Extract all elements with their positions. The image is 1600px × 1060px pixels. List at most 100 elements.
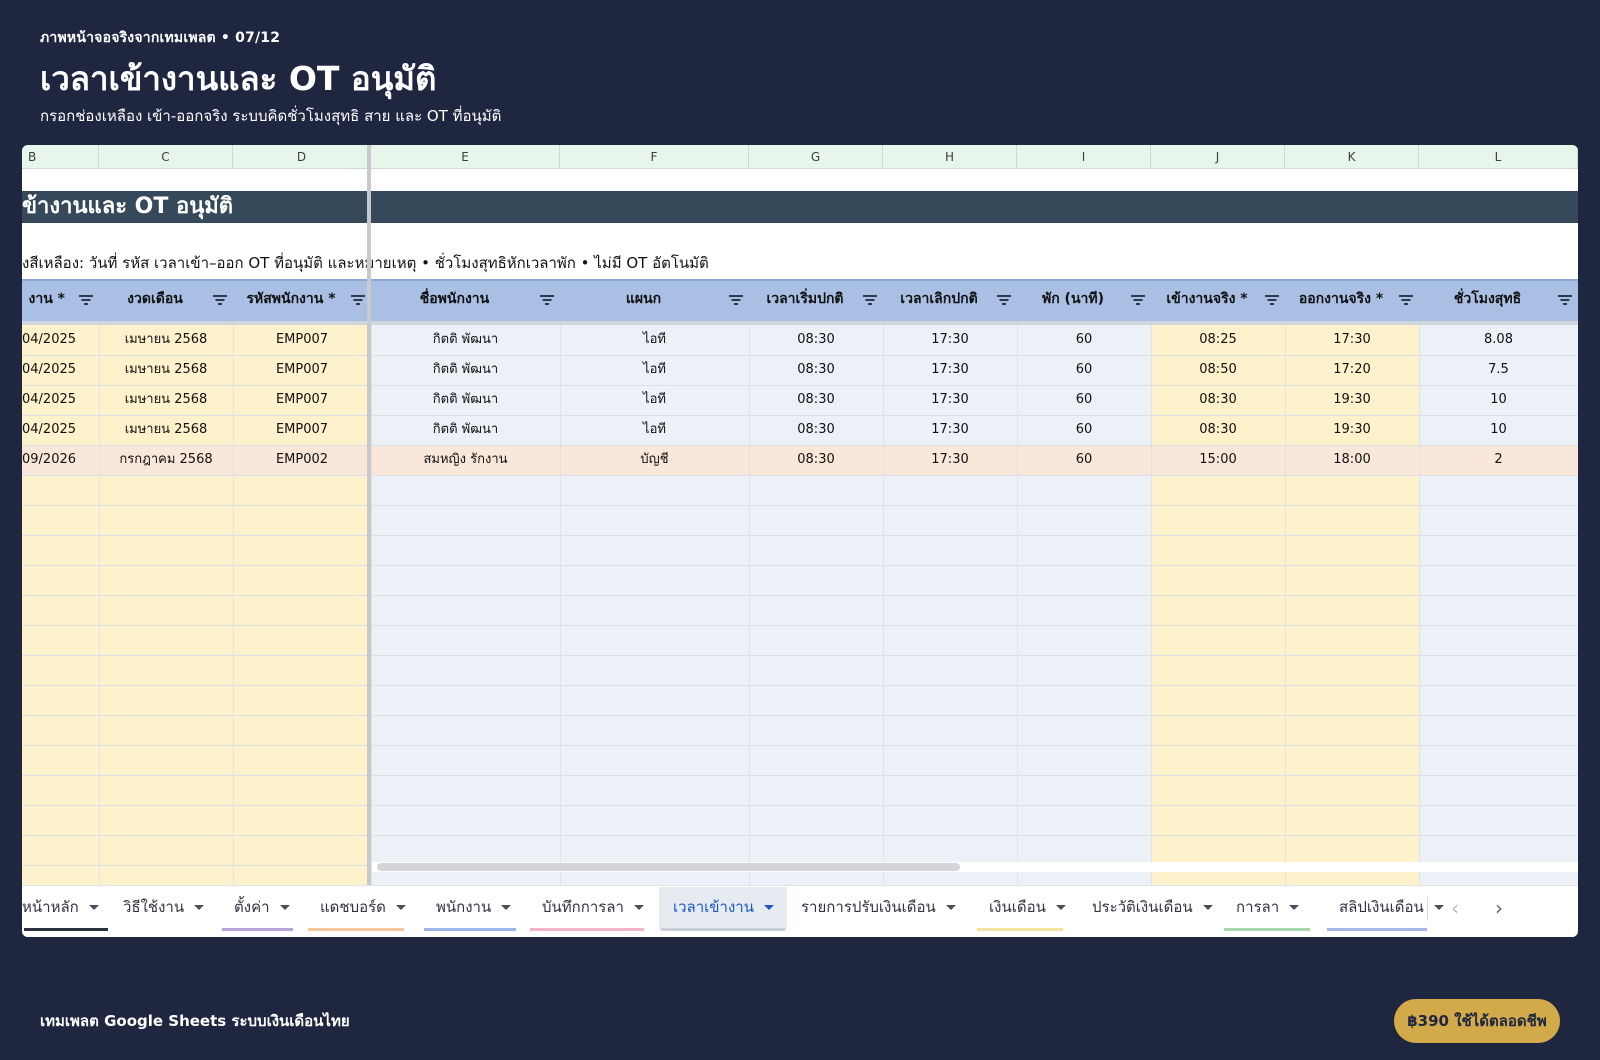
table-cell-net[interactable]: 10 (1419, 415, 1578, 445)
table-cell-start[interactable]: 08:30 (749, 445, 883, 475)
chevron-down-icon[interactable] (1289, 905, 1300, 910)
table-cell-date[interactable]: 04/2025 (22, 355, 99, 385)
table-cell-date[interactable]: 09/2026 (22, 445, 99, 475)
tab-scroll-right-icon[interactable]: › (1487, 897, 1511, 921)
chevron-down-icon[interactable] (395, 905, 406, 910)
table-cell-out[interactable]: 17:20 (1285, 355, 1419, 385)
table-cell-name[interactable]: กิตติ พัฒนา (371, 355, 560, 385)
table-cell-date[interactable]: 04/2025 (22, 385, 99, 415)
tab-2[interactable]: ตั้งค่า (220, 887, 295, 929)
table-cell-net[interactable]: 7.5 (1419, 355, 1578, 385)
table-cell-out[interactable]: 19:30 (1285, 415, 1419, 445)
chevron-down-icon[interactable] (279, 905, 290, 910)
table-cell-break[interactable]: 60 (1017, 325, 1151, 355)
table-cell-dept[interactable]: ไอที (560, 355, 749, 385)
table-cell-dept[interactable]: ไอที (560, 385, 749, 415)
table-cell-start[interactable]: 08:30 (749, 385, 883, 415)
table-cell-start[interactable]: 08:30 (749, 415, 883, 445)
column-letter-j[interactable]: J (1151, 145, 1285, 169)
filter-icon[interactable] (213, 294, 227, 306)
filter-icon[interactable] (1399, 294, 1413, 306)
table-cell-end[interactable]: 17:30 (883, 355, 1017, 385)
filter-icon[interactable] (729, 294, 743, 306)
table-cell-start[interactable]: 08:30 (749, 355, 883, 385)
chevron-down-icon[interactable] (763, 905, 774, 910)
chevron-down-icon[interactable] (945, 905, 956, 910)
tab-scroll-left-icon[interactable]: ‹ (1443, 897, 1467, 921)
filter-icon[interactable] (863, 294, 877, 306)
filter-icon[interactable] (351, 294, 365, 306)
table-cell-in[interactable]: 08:50 (1151, 355, 1285, 385)
frozen-column-divider[interactable] (367, 145, 371, 885)
table-cell-net[interactable]: 8.08 (1419, 325, 1578, 355)
table-cell-in[interactable]: 15:00 (1151, 445, 1285, 475)
table-cell-period[interactable]: เมษายน 2568 (99, 385, 233, 415)
table-cell-in[interactable]: 08:30 (1151, 415, 1285, 445)
tab-4[interactable]: พนักงาน (422, 887, 518, 929)
column-letter-d[interactable]: D (233, 145, 371, 169)
table-cell-end[interactable]: 17:30 (883, 445, 1017, 475)
column-letter-h[interactable]: H (883, 145, 1017, 169)
table-cell-dept[interactable]: ไอที (560, 325, 749, 355)
chevron-down-icon[interactable] (194, 905, 205, 910)
tab-10[interactable]: การลา (1222, 887, 1312, 929)
table-cell-emp_id[interactable]: EMP002 (233, 445, 371, 475)
filter-icon[interactable] (1131, 294, 1145, 306)
tab-6[interactable]: เวลาเข้างาน (659, 887, 787, 929)
column-letter-e[interactable]: E (371, 145, 560, 169)
filter-icon[interactable] (540, 294, 554, 306)
column-letter-c[interactable]: C (99, 145, 233, 169)
table-cell-out[interactable]: 18:00 (1285, 445, 1419, 475)
table-cell-out[interactable]: 17:30 (1285, 325, 1419, 355)
table-cell-break[interactable]: 60 (1017, 385, 1151, 415)
table-cell-break[interactable]: 60 (1017, 445, 1151, 475)
table-cell-break[interactable]: 60 (1017, 355, 1151, 385)
tab-7[interactable]: รายการปรับเงินเดือน (787, 887, 963, 929)
table-cell-net[interactable]: 2 (1419, 445, 1578, 475)
table-cell-emp_id[interactable]: EMP007 (233, 325, 371, 355)
table-cell-name[interactable]: กิตติ พัฒนา (371, 325, 560, 355)
column-letter-k[interactable]: K (1285, 145, 1419, 169)
table-cell-end[interactable]: 17:30 (883, 415, 1017, 445)
table-cell-date[interactable]: 04/2025 (22, 415, 99, 445)
table-cell-end[interactable]: 17:30 (883, 385, 1017, 415)
horizontal-scrollbar-thumb[interactable] (377, 863, 960, 871)
chevron-down-icon[interactable] (501, 905, 512, 910)
table-cell-in[interactable]: 08:30 (1151, 385, 1285, 415)
table-cell-net[interactable]: 10 (1419, 385, 1578, 415)
table-cell-period[interactable]: กรกฎาคม 2568 (99, 445, 233, 475)
table-cell-out[interactable]: 19:30 (1285, 385, 1419, 415)
table-cell-period[interactable]: เมษายน 2568 (99, 325, 233, 355)
tab-9[interactable]: ประวัติเงินเดือน (1078, 887, 1213, 929)
filter-icon[interactable] (1558, 294, 1572, 306)
table-cell-start[interactable]: 08:30 (749, 325, 883, 355)
tab-11[interactable]: สลิปเงินเดือน (1325, 887, 1444, 929)
table-cell-period[interactable]: เมษายน 2568 (99, 355, 233, 385)
tab-1[interactable]: วิธีใช้งาน (109, 887, 207, 929)
table-cell-break[interactable]: 60 (1017, 415, 1151, 445)
column-letter-g[interactable]: G (749, 145, 883, 169)
chevron-down-icon[interactable] (1202, 905, 1213, 910)
table-cell-emp_id[interactable]: EMP007 (233, 355, 371, 385)
filter-icon[interactable] (79, 294, 93, 306)
tab-0[interactable]: หน้าหลัก (22, 887, 110, 929)
chevron-down-icon[interactable] (1055, 905, 1066, 910)
tab-8[interactable]: เงินเดือน (975, 887, 1066, 929)
column-letter-f[interactable]: F (560, 145, 749, 169)
table-cell-date[interactable]: 04/2025 (22, 325, 99, 355)
table-cell-dept[interactable]: ไอที (560, 415, 749, 445)
tab-3[interactable]: แดชบอร์ด (306, 887, 406, 929)
filter-icon[interactable] (997, 294, 1011, 306)
table-cell-name[interactable]: สมหญิง รักงาน (371, 445, 560, 475)
table-cell-dept[interactable]: บัญชี (560, 445, 749, 475)
table-cell-emp_id[interactable]: EMP007 (233, 385, 371, 415)
price-button[interactable]: ฿390 ใช้ได้ตลอดชีพ (1394, 999, 1560, 1043)
column-letter-i[interactable]: I (1017, 145, 1151, 169)
table-cell-name[interactable]: กิตติ พัฒนา (371, 415, 560, 445)
chevron-down-icon[interactable] (633, 905, 644, 910)
table-cell-emp_id[interactable]: EMP007 (233, 415, 371, 445)
tab-5[interactable]: บันทึกการลา (528, 887, 646, 929)
chevron-down-icon[interactable] (88, 905, 99, 910)
column-letter-l[interactable]: L (1419, 145, 1578, 169)
table-cell-in[interactable]: 08:25 (1151, 325, 1285, 355)
